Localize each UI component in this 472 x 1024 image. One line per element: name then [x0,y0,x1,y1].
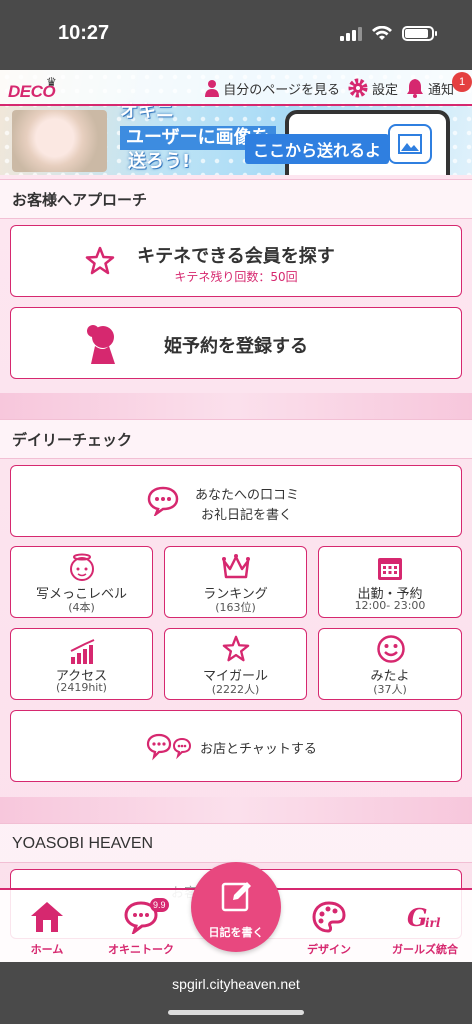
wifi-icon [372,26,392,40]
section-title-yoasobi: YOASOBI HEAVEN [0,823,472,863]
schedule-button[interactable]: 出勤・予約 12:00- 23:00 [318,546,462,618]
girls-logo-icon: Girl [407,903,441,932]
review-diary-button[interactable]: あなたへの口コミ お礼日記を書く [10,465,462,537]
home-indicator[interactable] [168,1010,304,1015]
bar-chart-icon [70,639,95,664]
section-title-approach: お客様へアプローチ [0,179,472,219]
banner-cta[interactable]: ここから送れるよ [245,134,390,164]
write-diary-button[interactable]: 日記を書く [191,862,281,952]
bell-icon [406,79,423,98]
star-icon [222,635,250,662]
search-members-button[interactable]: キテネできる会員を探す キテネ残り回数：50回 [10,225,462,297]
ranking-button[interactable]: ランキング (163位) [164,546,307,618]
main-content: お客様へアプローチ キテネできる会員を探す キテネ残り回数：50回 姫予約を登録… [0,175,472,965]
url-bar[interactable]: spgirl.cityheaven.net [0,976,472,992]
speech-bubble-icon [147,486,179,516]
browser-bar: spgirl.cityheaven.net [0,962,472,1024]
person-icon [205,80,220,97]
tab-design[interactable]: デザイン [282,890,376,962]
crown-icon [222,554,250,579]
mitayo-button[interactable]: みたよ (37人) [318,628,462,700]
clock: 10:27 [58,22,110,44]
crown-icon: ♛ [46,75,57,89]
image-upload-icon[interactable] [388,124,432,164]
tab-okini-talk[interactable]: 9.9 オキニトーク [94,890,188,962]
top-nav-bar: DECO ♛ 自分のページを見る 設定 通知 [0,70,472,106]
tab-girls-integration[interactable]: Girl ガールズ統合 [378,890,472,962]
section-title-daily: デイリーチェック [0,419,472,459]
svg-text:irl: irl [425,916,441,930]
okini-talk-badge: 9.9 [150,898,169,912]
battery-icon [402,26,437,41]
gear-icon [348,78,368,98]
chat-bubbles-icon [146,733,192,761]
my-girl-button[interactable]: マイガール (2222人) [164,628,307,700]
smiley-icon [377,635,405,663]
access-button[interactable]: アクセス (2419hit) [10,628,153,700]
hime-reserve-button[interactable]: 姫予約を登録する [10,307,462,379]
home-icon [31,902,63,932]
my-page-link[interactable]: 自分のページを見る [205,79,340,98]
banner-photo [12,110,107,172]
pencil-icon [221,882,251,912]
calendar-icon [378,558,402,580]
palette-icon [312,901,346,933]
notification-badge: 1 [452,72,472,92]
shop-chat-button[interactable]: お店とチャットする [10,710,462,782]
photo-level-button[interactable]: 写メっこレベル (4本) [10,546,153,618]
settings-link[interactable]: 設定 [348,78,398,98]
girl-face-icon [70,553,94,581]
notifications-link[interactable]: 通知 [406,78,454,98]
signal-bars-icon [340,26,362,41]
status-bar: 10:27 [0,0,472,70]
tab-home[interactable]: ホーム [0,890,94,962]
